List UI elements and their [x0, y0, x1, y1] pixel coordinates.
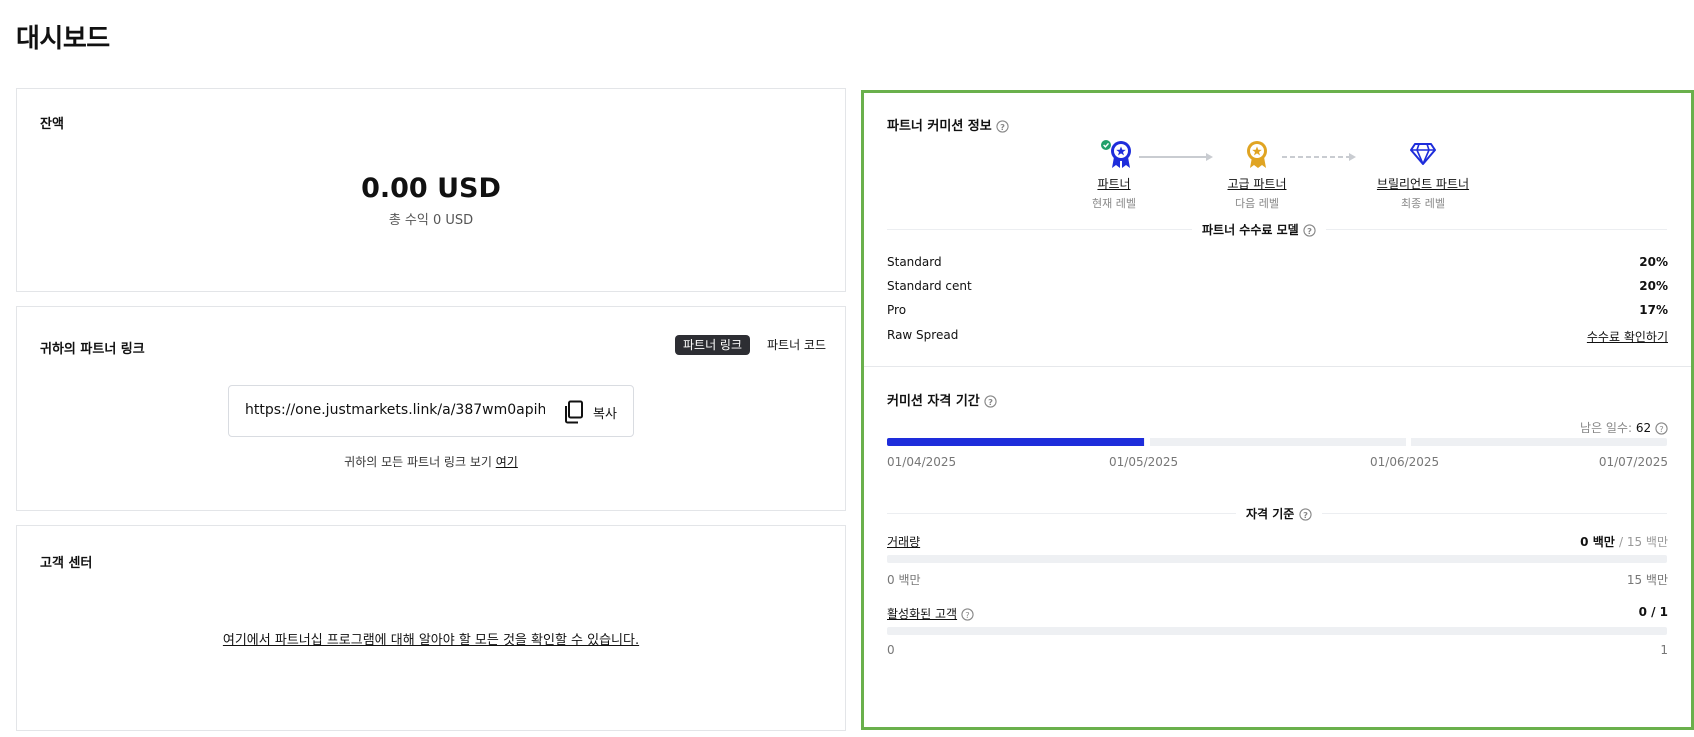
days-left: 남은 일수: 62 ? — [1580, 419, 1668, 436]
active-clients-label: 활성화된 고객 ? — [887, 605, 974, 622]
svg-text:?: ? — [1303, 510, 1308, 520]
model-row-label: Raw Spread — [887, 328, 959, 342]
model-title: 파트너 수수료 모델 ? — [1192, 221, 1326, 238]
help-icon[interactable]: ? — [961, 608, 974, 621]
svg-text:?: ? — [1659, 424, 1663, 434]
commission-title-text: 파트너 커미션 정보 — [887, 119, 992, 134]
model-row-label: Standard cent — [887, 279, 972, 293]
days-left-value: 62 — [1635, 421, 1652, 435]
partner-link-field[interactable]: https://one.justmarkets.link/a/387wm0api… — [228, 385, 634, 437]
partner-link-card: 귀하의 파트너 링크 파트너 링크 파트너 코드 https://one.jus… — [16, 306, 846, 511]
svg-text:?: ? — [1307, 226, 1312, 236]
level-advanced-partner: 고급 파트너 다음 레벨 — [1197, 175, 1317, 211]
help-icon[interactable]: ? — [1655, 422, 1668, 435]
level-advanced-partner-sub: 다음 레벨 — [1235, 197, 1279, 210]
check-badge-icon — [1101, 140, 1111, 150]
model-row-label: Standard — [887, 255, 942, 269]
copy-icon[interactable] — [563, 400, 585, 424]
model-row-value: 17% — [1639, 303, 1668, 317]
svg-text:?: ? — [965, 610, 969, 620]
volume-max: 15 백만 — [1626, 573, 1668, 587]
model-title-text: 파트너 수수료 모델 — [1202, 223, 1299, 237]
qualification-title-text: 커미션 자격 기간 — [887, 394, 980, 409]
period-date: 01/06/2025 — [1370, 455, 1440, 469]
level-brilliant-partner-sub: 최종 레벨 — [1401, 197, 1445, 210]
help-icon[interactable]: ? — [996, 120, 1009, 133]
ribbon-medal-icon — [1101, 140, 1131, 168]
copy-button[interactable]: 복사 — [593, 403, 617, 422]
commission-title: 파트너 커미션 정보 ? — [887, 115, 1009, 134]
period-date: 01/07/2025 — [1598, 455, 1668, 469]
partnership-info-link[interactable]: 여기에서 파트너십 프로그램에 대해 알아야 할 모든 것을 확인할 수 있습니… — [17, 629, 845, 648]
level-brilliant-partner-name[interactable]: 브릴리언트 파트너 — [1348, 175, 1498, 192]
volume-progress-bar — [887, 555, 1667, 563]
level-connector-arrow — [1206, 153, 1213, 161]
tab-partner-code[interactable]: 파트너 코드 — [759, 335, 834, 355]
balance-amount: 0.00 USD — [361, 173, 501, 204]
svg-text:?: ? — [1000, 122, 1005, 132]
criteria-title: 자격 기준 ? — [1236, 505, 1322, 522]
balance-title: 잔액 — [40, 117, 64, 132]
active-clients-max: 1 — [1660, 643, 1668, 657]
partner-link-url: https://one.justmarkets.link/a/387wm0api… — [245, 402, 545, 418]
period-date: 01/04/2025 — [887, 455, 957, 469]
active-clients-min: 0 — [887, 643, 895, 657]
active-clients-value: 0 / 1 — [1638, 605, 1668, 619]
active-clients-progress-bar — [887, 627, 1667, 635]
commission-panel: 파트너 커미션 정보 ? 파트너 현재 레벨 고급 파트너 다음 레벨 브릴리언… — [861, 90, 1694, 730]
level-connector-arrow-2 — [1349, 153, 1356, 161]
all-links-note-text: 귀하의 모든 파트너 링크 보기 — [344, 455, 492, 469]
qualification-period-bar — [887, 438, 1667, 446]
balance-card: 잔액 0.00 USD 총 수익 0 USD — [16, 88, 846, 292]
all-links-here-link[interactable]: 여기 — [496, 455, 518, 469]
client-center-title: 고객 센터 — [40, 556, 93, 571]
volume-target: / 15 백만 — [1618, 535, 1668, 549]
check-commission-link[interactable]: 수수료 확인하기 — [1587, 328, 1668, 345]
level-advanced-partner-name[interactable]: 고급 파트너 — [1197, 175, 1317, 192]
volume-current: 0 백만 — [1580, 535, 1615, 549]
model-row-label: Pro — [887, 303, 907, 317]
svg-text:?: ? — [988, 397, 993, 407]
volume-value: 0 백만 / 15 백만 — [1580, 533, 1668, 550]
gold-medal-icon — [1247, 141, 1267, 168]
active-clients-label-text[interactable]: 활성화된 고객 — [887, 607, 957, 621]
all-links-note: 귀하의 모든 파트너 링크 보기 여기 — [17, 453, 845, 470]
volume-label[interactable]: 거래량 — [887, 533, 920, 550]
level-partner: 파트너 현재 레벨 — [1064, 175, 1164, 211]
model-row-value: 20% — [1639, 279, 1668, 293]
level-partner-name[interactable]: 파트너 — [1064, 175, 1164, 192]
qualification-period-fill — [887, 438, 1145, 446]
diamond-icon — [1410, 143, 1436, 165]
tab-partner-link[interactable]: 파트너 링크 — [675, 335, 751, 355]
volume-min: 0 백만 — [887, 573, 921, 587]
total-earnings: 총 수익 0 USD — [388, 213, 474, 228]
period-segment-gap — [1145, 438, 1150, 446]
client-center-card: 고객 센터 여기에서 파트너십 프로그램에 대해 알아야 할 모든 것을 확인할… — [16, 525, 846, 731]
help-icon[interactable]: ? — [984, 395, 997, 408]
partner-link-title: 귀하의 파트너 링크 — [40, 342, 145, 357]
model-row-value: 20% — [1639, 255, 1668, 269]
section-divider — [864, 366, 1691, 367]
period-segment-gap — [1406, 438, 1411, 446]
level-partner-sub: 현재 레벨 — [1092, 197, 1136, 210]
qualification-title: 커미션 자격 기간 ? — [887, 390, 997, 409]
page-title: 대시보드 — [16, 24, 110, 54]
help-icon[interactable]: ? — [1298, 508, 1312, 521]
help-icon[interactable]: ? — [1303, 224, 1316, 237]
period-date: 01/05/2025 — [1109, 455, 1179, 469]
level-brilliant-partner: 브릴리언트 파트너 최종 레벨 — [1348, 175, 1498, 211]
criteria-title-text: 자격 기준 — [1246, 507, 1295, 521]
days-left-label: 남은 일수: — [1580, 421, 1633, 435]
